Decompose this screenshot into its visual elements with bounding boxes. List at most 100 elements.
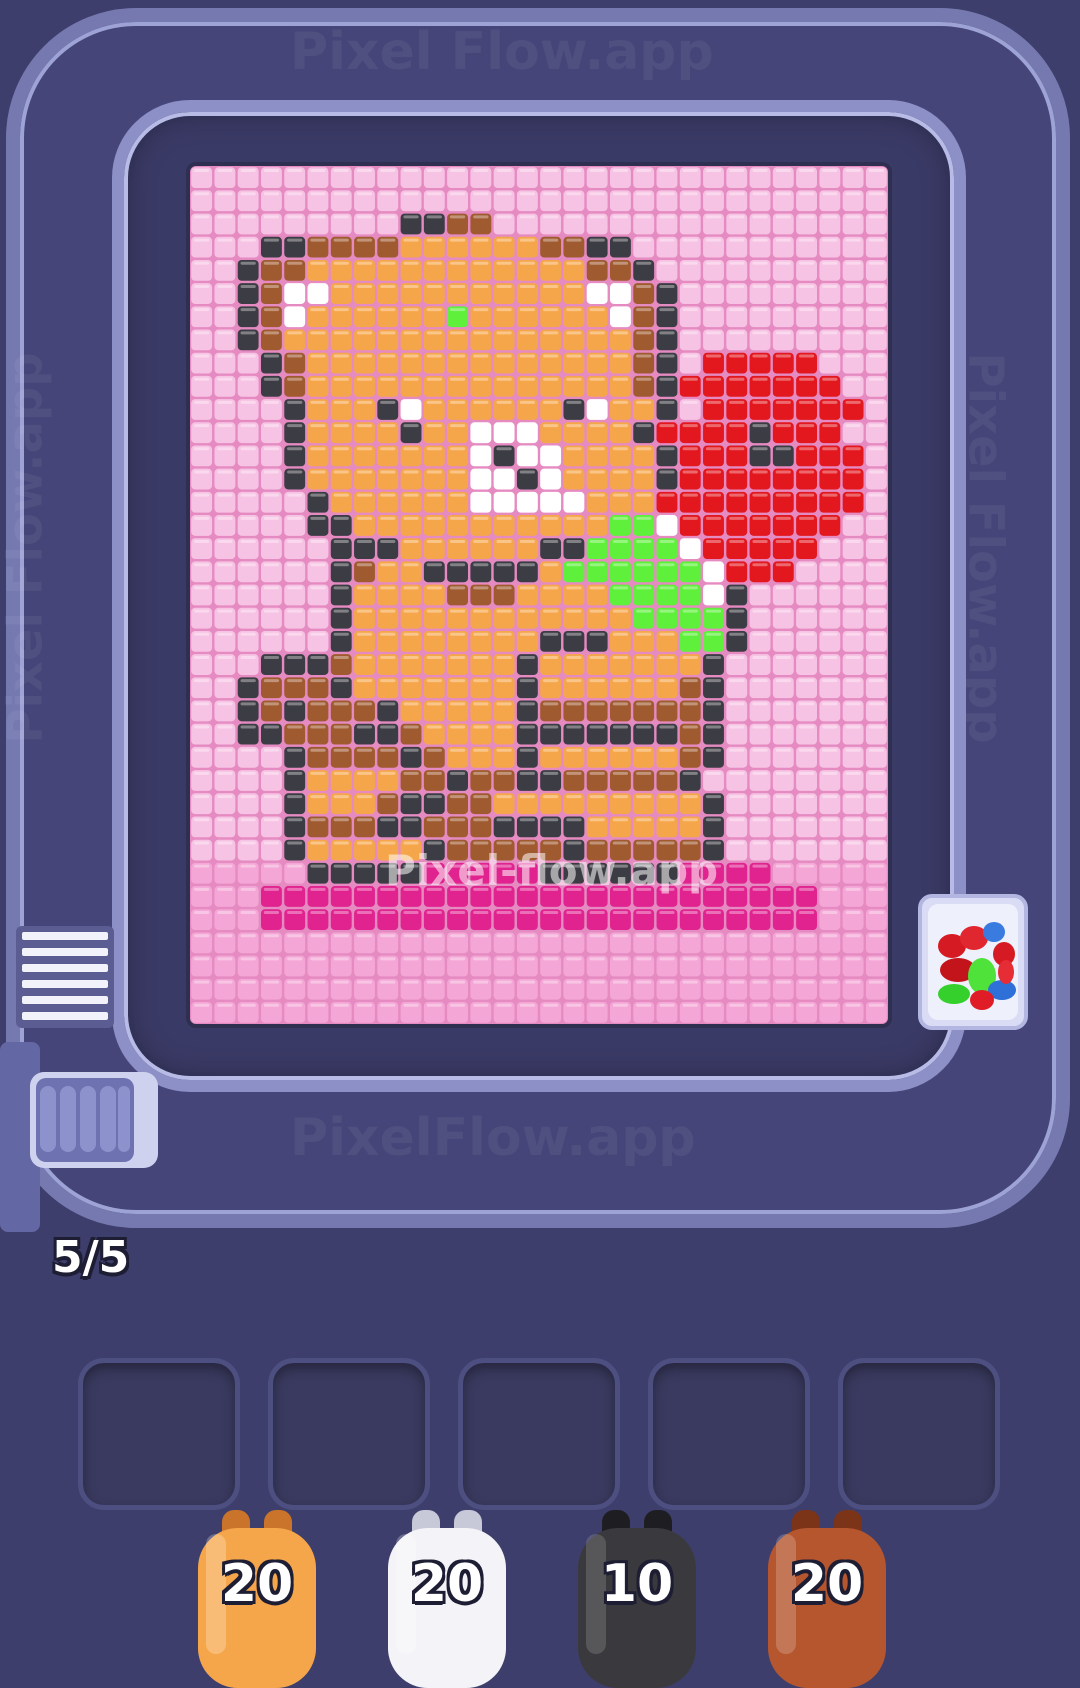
- pixel-highlight: [449, 864, 466, 868]
- pixel-highlight: [333, 818, 349, 822]
- pixel-highlight: [310, 632, 326, 636]
- pixel-highlight: [310, 516, 326, 520]
- pixel-highlight: [240, 609, 256, 613]
- pixel-highlight: [403, 169, 419, 172]
- pixel-highlight: [612, 864, 629, 868]
- pixel-highlight: [356, 215, 373, 219]
- pixel-highlight: [822, 238, 838, 242]
- pixel-highlight: [705, 841, 722, 845]
- pixel-highlight: [659, 725, 675, 729]
- pixel-highlight: [682, 563, 698, 567]
- queue-slot[interactable]: [458, 1358, 620, 1510]
- pixel-highlight: [775, 957, 791, 961]
- pixel-highlight: [798, 169, 815, 172]
- pixel-highlight: [775, 679, 791, 683]
- pixel-highlight: [426, 354, 442, 358]
- pixel-highlight: [589, 331, 605, 335]
- pixel-highlight: [636, 169, 652, 172]
- pixel-highlight: [636, 331, 652, 335]
- pixel-highlight: [798, 400, 815, 404]
- pixel-highlight: [636, 864, 652, 868]
- pixel-highlight: [263, 169, 280, 172]
- pixel-highlight: [310, 331, 326, 335]
- pixel-highlight: [868, 702, 884, 706]
- pixel-highlight: [333, 424, 349, 428]
- pixel-highlight: [868, 470, 884, 474]
- pixel-highlight: [449, 284, 466, 288]
- shooter-orange[interactable]: 20: [192, 1510, 322, 1688]
- pixel-highlight: [705, 702, 722, 706]
- pixel-highlight: [240, 887, 256, 891]
- pixel-highlight: [636, 795, 652, 799]
- pixel-highlight: [729, 771, 745, 775]
- pixel-highlight: [589, 400, 605, 404]
- pixel-highlight: [543, 702, 559, 706]
- pixel-highlight: [636, 725, 652, 729]
- pixel-highlight: [775, 818, 791, 822]
- shooter-white[interactable]: 20: [382, 1510, 512, 1688]
- pixel-highlight: [310, 818, 326, 822]
- pixel-highlight: [752, 609, 768, 613]
- pixel-highlight: [636, 887, 652, 891]
- pixel-highlight: [194, 354, 210, 358]
- pixel-highlight: [194, 655, 210, 659]
- pixel-highlight: [845, 655, 861, 659]
- candy-bag-powerup[interactable]: [918, 894, 1028, 1030]
- shooter-brown[interactable]: 20: [762, 1510, 892, 1688]
- pixel-highlight: [263, 1003, 280, 1007]
- pixel-highlight: [333, 841, 349, 845]
- pixel-highlight: [333, 586, 349, 590]
- pixel-highlight: [752, 586, 768, 590]
- pixel-highlight: [333, 470, 349, 474]
- pixel-highlight: [868, 609, 884, 613]
- pixel-highlight: [496, 818, 512, 822]
- pixel-highlight: [473, 331, 489, 335]
- pixel-highlight: [682, 632, 698, 636]
- pixel-highlight: [496, 609, 512, 613]
- pixel-highlight: [705, 308, 722, 312]
- pixel-highlight: [333, 887, 349, 891]
- queue-slot[interactable]: [648, 1358, 810, 1510]
- queue-slot[interactable]: [838, 1358, 1000, 1510]
- pixel-highlight: [403, 563, 419, 567]
- pixel-highlight: [822, 331, 838, 335]
- pixel-highlight: [217, 632, 233, 636]
- pixel-highlight: [659, 818, 675, 822]
- pixel-highlight: [310, 725, 326, 729]
- pixel-highlight: [194, 957, 210, 961]
- pixel-highlight: [449, 516, 466, 520]
- queue-slot[interactable]: [78, 1358, 240, 1510]
- pixel-highlight: [310, 238, 326, 242]
- pixel-highlight: [240, 586, 256, 590]
- pixel-highlight: [682, 887, 698, 891]
- pixel-highlight: [566, 887, 582, 891]
- pixel-highlight: [729, 679, 745, 683]
- pixel-highlight: [705, 934, 722, 938]
- pixel-highlight: [240, 400, 256, 404]
- pixel-highlight: [752, 238, 768, 242]
- shooter-black[interactable]: 10: [572, 1510, 702, 1688]
- pixel-highlight: [194, 400, 210, 404]
- pixel-highlight: [705, 354, 722, 358]
- queue-slot[interactable]: [268, 1358, 430, 1510]
- pixel-highlight: [775, 911, 791, 915]
- pixel-highlight: [845, 980, 861, 984]
- pixel-highlight: [845, 771, 861, 775]
- pixel-highlight: [473, 377, 489, 381]
- pixel-highlight: [403, 771, 419, 775]
- pixel-highlight: [589, 424, 605, 428]
- pixel-highlight: [356, 748, 373, 752]
- pixel-highlight: [217, 771, 233, 775]
- pixel-highlight: [217, 980, 233, 984]
- pixel-highlight: [752, 377, 768, 381]
- pixel-highlight: [380, 934, 396, 938]
- pixel-highlight: [263, 679, 280, 683]
- pixel-highlight: [612, 215, 629, 219]
- pixel-highlight: [729, 238, 745, 242]
- pixel-highlight: [705, 609, 722, 613]
- pixel-highlight: [519, 192, 535, 196]
- pixel-highlight: [496, 424, 512, 428]
- pixel-highlight: [263, 261, 280, 265]
- pixel-highlight: [566, 493, 582, 497]
- pixel-highlight: [194, 911, 210, 915]
